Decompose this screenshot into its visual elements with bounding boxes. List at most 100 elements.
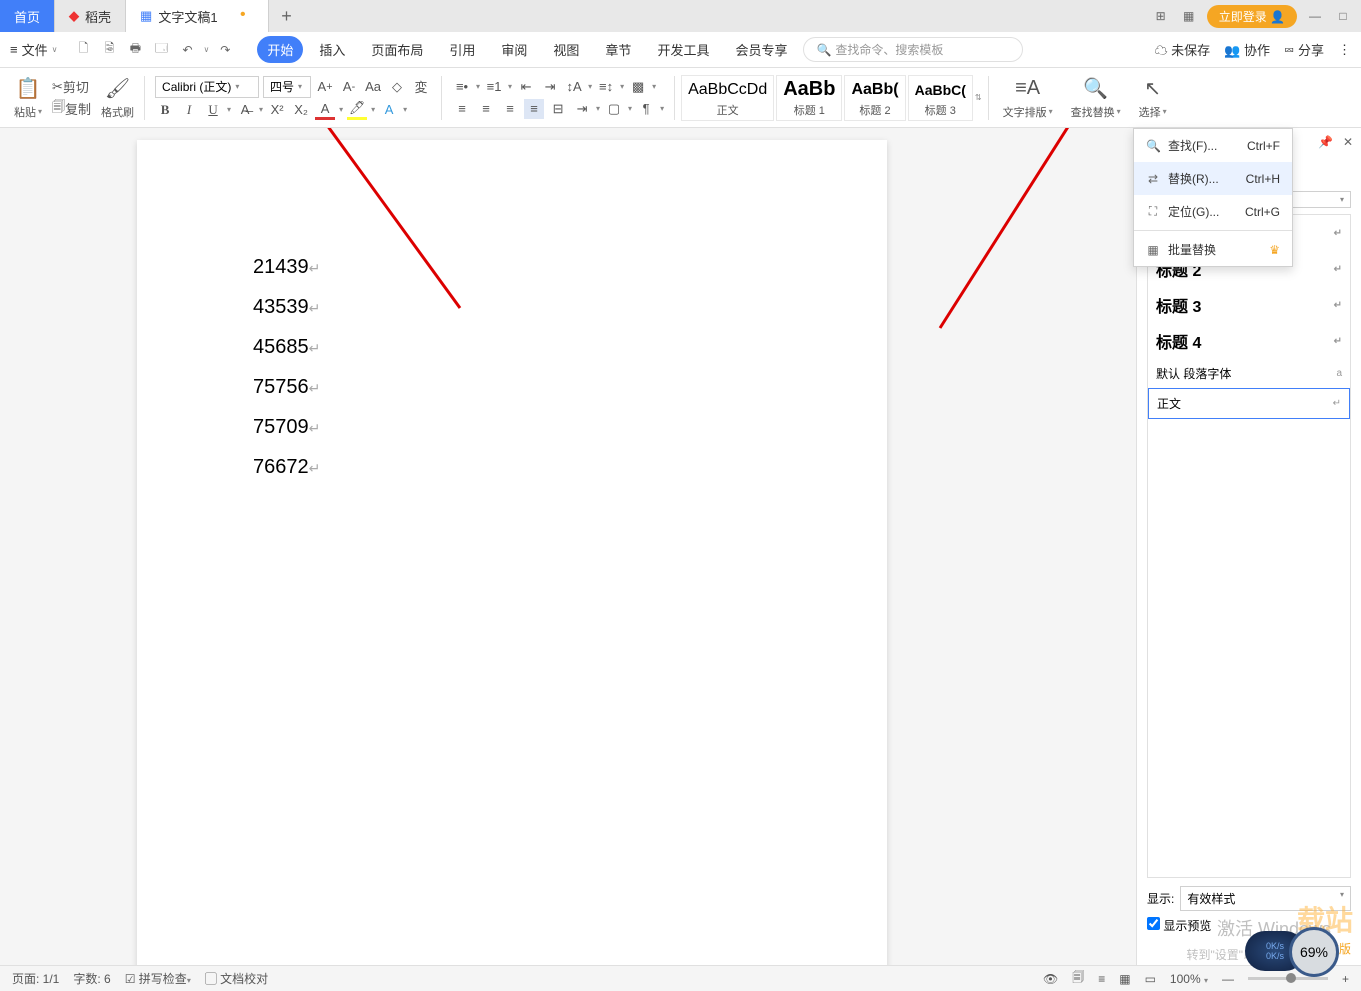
status-words[interactable]: 字数: 6 <box>73 970 110 987</box>
bullet-list-icon[interactable]: ≡• <box>452 77 472 97</box>
text-effect-button[interactable]: A <box>379 100 399 120</box>
phonetic-icon[interactable]: 変 <box>411 77 431 97</box>
tab-icon[interactable]: ⇥ <box>572 99 592 119</box>
view-read-icon[interactable]: ▭ <box>1145 972 1156 986</box>
search-icon: 🔍 <box>816 43 831 57</box>
bold-button[interactable]: B <box>155 100 175 120</box>
increase-font-icon[interactable]: A+ <box>315 77 335 97</box>
strikethrough-button[interactable]: A̶ <box>235 100 255 120</box>
redo-icon[interactable]: ↷ <box>215 40 235 60</box>
font-color-button[interactable]: A <box>315 100 335 120</box>
command-search-input[interactable]: 🔍查找命令、搜索模板 <box>803 37 1023 62</box>
ribbon-tab-view[interactable]: 视图 <box>543 36 589 63</box>
apps-icon[interactable]: ▦ <box>1179 6 1199 26</box>
number-list-icon[interactable]: ≡1 <box>484 77 504 97</box>
paste-button[interactable]: 粘贴▾ <box>14 104 42 120</box>
print-icon[interactable]: 🖶 <box>125 40 145 60</box>
close-panel-icon[interactable]: ✕ <box>1343 135 1353 149</box>
eye-icon[interactable]: 👁 <box>1043 972 1058 986</box>
tab-docker[interactable]: ◆稻壳 <box>55 0 126 32</box>
cut-button[interactable]: ✂ 剪切 <box>52 77 89 97</box>
copy-button[interactable]: 🗐 复制 <box>52 99 91 119</box>
pin-icon[interactable]: 📌 <box>1318 135 1333 149</box>
status-spellcheck[interactable]: ☑ 拼写检查▾ <box>125 970 191 987</box>
document-page[interactable]: 21439↵ 43539↵ 45685↵ 75756↵ 75709↵ 76672… <box>137 140 887 965</box>
layout-icon[interactable]: ⊞ <box>1151 6 1171 26</box>
outdent-icon[interactable]: ⇤ <box>516 77 536 97</box>
more-icon[interactable]: ⋮ <box>1338 42 1351 58</box>
indent-icon[interactable]: ⇥ <box>540 77 560 97</box>
search-icon: 🔍 <box>1083 76 1108 102</box>
minimize-button[interactable]: — <box>1305 6 1325 26</box>
status-page[interactable]: 页面: 1/1 <box>12 970 59 987</box>
select-button[interactable]: ↖ 选择▾ <box>1131 76 1175 120</box>
undo-icon[interactable]: ↶ <box>177 40 197 60</box>
print-preview-icon[interactable]: 🗟 <box>99 40 119 60</box>
view-print-icon[interactable]: 🗐 <box>1072 968 1084 989</box>
find-replace-button[interactable]: 🔍 查找替换▾ <box>1063 76 1129 120</box>
zoom-value[interactable]: 100% ▾ <box>1170 972 1208 986</box>
underline-button[interactable]: U <box>203 100 223 120</box>
clear-format-icon[interactable]: ◇ <box>387 77 407 97</box>
format-painter-button[interactable]: 格式刷 <box>101 104 134 120</box>
menu-goto[interactable]: ⛶定位(G)... Ctrl+G <box>1134 195 1292 228</box>
change-case-icon[interactable]: Aа <box>363 77 383 97</box>
border-icon[interactable]: ▢ <box>604 99 624 119</box>
ribbon-tab-start[interactable]: 开始 <box>257 36 303 63</box>
subscript-button[interactable]: X₂ <box>291 100 311 120</box>
share-button[interactable]: ⮹ 分享 <box>1284 40 1324 59</box>
maximize-button[interactable]: □ <box>1333 6 1353 26</box>
tab-document[interactable]: ▦文字文稿1 <box>126 0 269 32</box>
align-center-icon[interactable]: ≡ <box>476 99 496 119</box>
italic-button[interactable]: I <box>179 100 199 120</box>
menu-find[interactable]: 🔍查找(F)... Ctrl+F <box>1134 129 1292 162</box>
view-outline-icon[interactable]: ≡ <box>1098 972 1105 986</box>
tab-home[interactable]: 首页 <box>0 0 55 32</box>
text-direction-icon[interactable]: ↕A <box>564 77 584 97</box>
unsaved-status[interactable]: ☁ 未保存 <box>1155 40 1211 59</box>
ribbon-tab-layout[interactable]: 页面布局 <box>361 36 433 63</box>
view-web-icon[interactable]: ▦ <box>1119 972 1130 986</box>
login-button[interactable]: 立即登录 👤 <box>1207 5 1297 28</box>
text-layout-button[interactable]: ≡A 文字排版▾ <box>995 76 1061 120</box>
ribbon-tab-review[interactable]: 审阅 <box>491 36 537 63</box>
format-painter-icon[interactable]: 🖌 <box>105 76 130 102</box>
style-expand-icon[interactable]: ⇅ <box>975 93 982 102</box>
ribbon-tab-insert[interactable]: 插入 <box>309 36 355 63</box>
align-left-icon[interactable]: ≡ <box>452 99 472 119</box>
line-spacing-icon[interactable]: ≡↕ <box>596 77 616 97</box>
ribbon-tab-chapter[interactable]: 章节 <box>595 36 641 63</box>
font-select[interactable]: Calibri (正文)▾ <box>155 76 259 98</box>
distribute-icon[interactable]: ⊟ <box>548 99 568 119</box>
style-gallery[interactable]: AaBbCcDd正文 AaBb标题 1 AaBb(标题 2 AaBbC(标题 3… <box>681 75 982 121</box>
para-mark-icon[interactable]: ¶ <box>636 99 656 119</box>
save-icon[interactable]: 🗋 <box>73 40 93 60</box>
menu-replace[interactable]: ⇄替换(R)... Ctrl+H <box>1134 162 1292 195</box>
menu-batch-replace[interactable]: ▦批量替换 ♛ <box>1134 233 1292 266</box>
highlight-button[interactable]: 🖊 <box>347 100 367 120</box>
tab-add-button[interactable]: + <box>269 0 305 32</box>
zoom-slider[interactable] <box>1248 977 1328 980</box>
font-size-select[interactable]: 四号▾ <box>263 76 311 98</box>
list-item[interactable]: 默认 段落字体a <box>1148 359 1350 388</box>
align-right-icon[interactable]: ≡ <box>500 99 520 119</box>
preview-icon[interactable]: 🗔 <box>151 40 171 60</box>
ribbon-tab-dev[interactable]: 开发工具 <box>647 36 719 63</box>
superscript-button[interactable]: X² <box>267 100 287 120</box>
zoom-out-icon[interactable]: — <box>1222 972 1234 986</box>
percentage-widget[interactable]: 69% <box>1289 927 1339 977</box>
batch-icon: ▦ <box>1146 243 1160 257</box>
file-menu[interactable]: ≡ 文件 ∨ <box>10 40 57 59</box>
collab-button[interactable]: 👥 协作 <box>1224 40 1270 59</box>
list-item-selected[interactable]: 正文↵ <box>1148 388 1350 419</box>
decrease-font-icon[interactable]: A- <box>339 77 359 97</box>
list-item[interactable]: 标题 3↵ <box>1148 287 1350 323</box>
ribbon-tab-reference[interactable]: 引用 <box>439 36 485 63</box>
zoom-in-icon[interactable]: + <box>1342 972 1349 986</box>
list-item[interactable]: 标题 4↵ <box>1148 323 1350 359</box>
status-proof[interactable]: ▢ 文档校对 <box>205 970 268 987</box>
paste-icon[interactable]: 📋 <box>16 76 41 102</box>
shading-icon[interactable]: ▩ <box>628 77 648 97</box>
align-justify-icon[interactable]: ≡ <box>524 99 544 119</box>
ribbon-tab-member[interactable]: 会员专享 <box>725 36 797 63</box>
